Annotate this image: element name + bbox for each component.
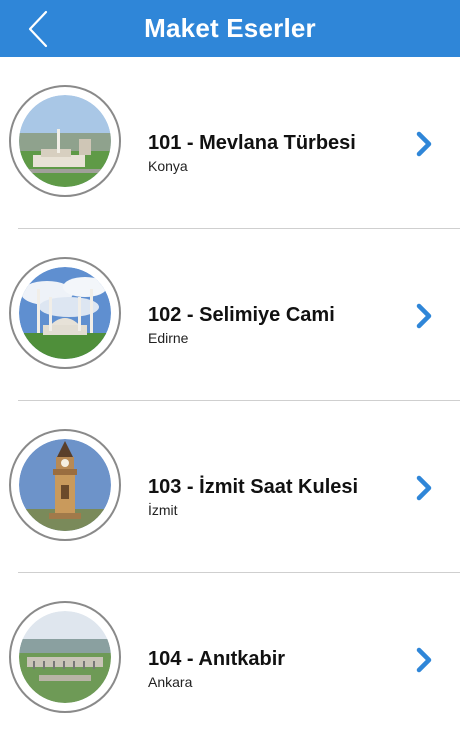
chevron-right-icon — [416, 647, 432, 673]
item-title: 102 - Selimiye Cami — [148, 304, 335, 326]
item-title: 101 - Mevlana Türbesi — [148, 132, 356, 154]
thumbnail-anitkabir — [9, 601, 121, 713]
list-item[interactable]: 103 - İzmit Saat Kulesi İzmit — [0, 401, 460, 573]
item-subtitle: Ankara — [148, 674, 193, 690]
thumbnail-izmit-clock-tower — [9, 429, 121, 541]
chevron-right-icon — [416, 131, 432, 157]
app-header: Maket Eserler — [0, 0, 460, 57]
item-subtitle: Edirne — [148, 330, 189, 346]
page-title: Maket Eserler — [144, 13, 316, 43]
list-item[interactable]: 104 - Anıtkabir Ankara — [0, 573, 460, 745]
model-works-list: 101 - Mevlana Türbesi Konya 102 - Selimi… — [0, 57, 460, 745]
item-subtitle: İzmit — [148, 502, 178, 518]
item-title: 104 - Anıtkabir — [148, 648, 286, 670]
thumbnail-selimiye — [9, 257, 121, 369]
list-item[interactable]: 102 - Selimiye Cami Edirne — [0, 229, 460, 401]
chevron-right-icon — [416, 303, 432, 329]
thumbnail-mevlana — [9, 85, 121, 197]
chevron-left-icon — [28, 10, 48, 48]
item-title: 103 - İzmit Saat Kulesi — [148, 476, 359, 498]
back-button[interactable] — [22, 8, 58, 50]
list-item[interactable]: 101 - Mevlana Türbesi Konya — [0, 57, 460, 229]
chevron-right-icon — [416, 475, 432, 501]
item-subtitle: Konya — [148, 158, 188, 174]
